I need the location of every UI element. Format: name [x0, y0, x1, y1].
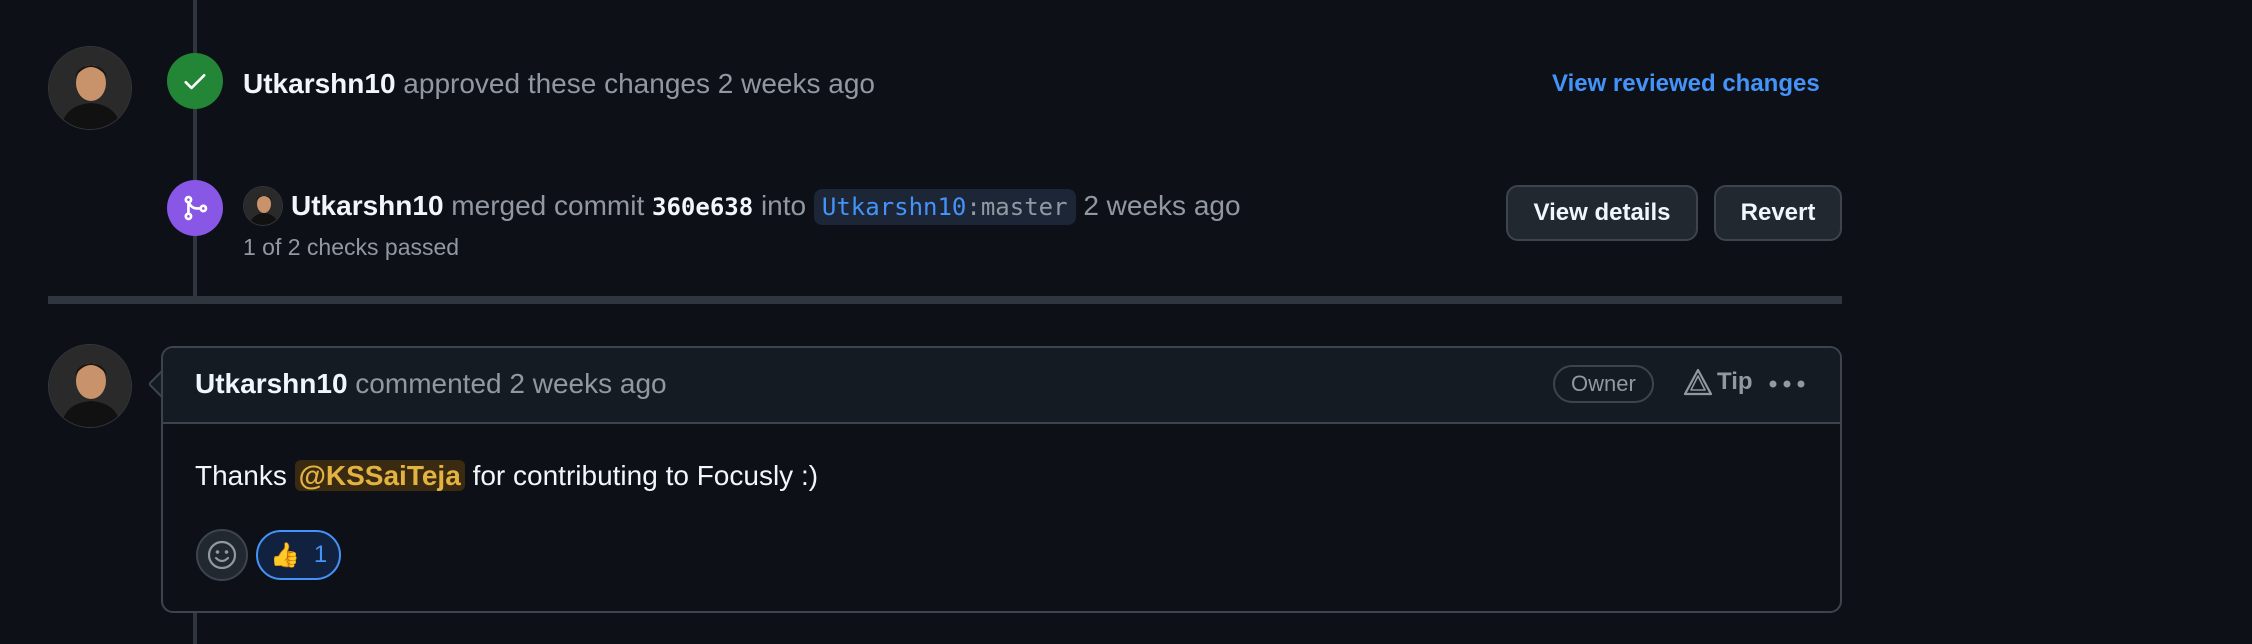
owner-label: Owner	[1553, 365, 1654, 403]
merge-into: into	[760, 190, 807, 221]
tip-button[interactable]: Tip	[1683, 368, 1753, 396]
alert-icon	[1683, 368, 1713, 396]
small-avatar[interactable]	[243, 186, 283, 226]
review-time[interactable]: 2 weeks ago	[718, 68, 875, 99]
checks-status[interactable]: 1 of 2 checks passed	[243, 234, 459, 261]
check-icon	[184, 74, 206, 90]
branch-name: master	[980, 193, 1068, 221]
tip-label: Tip	[1717, 368, 1753, 395]
view-details-button[interactable]: View details	[1506, 185, 1698, 241]
merge-author-link[interactable]: Utkarshn10	[291, 190, 444, 221]
branch-separator: :	[966, 193, 981, 221]
review-event-text: Utkarshn10 approved these changes 2 week…	[243, 66, 875, 102]
comment-body-suffix: for contributing to Focusly :)	[472, 460, 819, 491]
timeline-line	[193, 0, 197, 296]
review-action: approved these changes	[403, 68, 710, 99]
merge-event-text: Utkarshn10 merged commit 360e638 into Ut…	[291, 188, 1241, 225]
smiley-icon	[207, 540, 237, 570]
merge-action: merged commit	[451, 190, 645, 221]
revert-button[interactable]: Revert	[1714, 185, 1842, 241]
comment-time[interactable]: 2 weeks ago	[509, 368, 666, 399]
comment-meta: Utkarshn10 commented 2 weeks ago	[195, 366, 667, 402]
commit-sha-link[interactable]: 360e638	[652, 193, 753, 221]
comment-avatar[interactable]	[48, 344, 132, 428]
reaction-count: 1	[313, 541, 328, 568]
merged-badge	[167, 180, 223, 236]
review-author-link[interactable]: Utkarshn10	[243, 68, 396, 99]
avatar[interactable]	[48, 46, 132, 130]
merge-time[interactable]: 2 weeks ago	[1083, 190, 1240, 221]
branch-label[interactable]: Utkarshn10:master	[813, 189, 1076, 225]
approved-badge	[167, 53, 223, 109]
comment-box: Utkarshn10 commented 2 weeks ago Owner T…	[161, 346, 1842, 613]
comment-body: Thanks @KSSaiTeja for contributing to Fo…	[195, 458, 818, 494]
timeline-line-bottom	[193, 613, 197, 644]
user-mention-link[interactable]: @KSSaiTeja	[294, 460, 465, 491]
thumbs-up-reaction-button[interactable]: 👍 1	[256, 530, 342, 580]
git-merge-icon	[184, 195, 208, 221]
comment-author-link[interactable]: Utkarshn10	[195, 368, 348, 399]
comment-header: Utkarshn10 commented 2 weeks ago Owner T…	[163, 348, 1840, 424]
view-reviewed-changes-link[interactable]: View reviewed changes	[1552, 70, 1820, 98]
comment-body-prefix: Thanks	[195, 460, 287, 491]
branch-user: Utkarshn10	[821, 193, 967, 221]
kebab-horizontal-icon	[1769, 380, 1805, 388]
timeline-divider	[48, 296, 1842, 304]
thumbs-up-icon: 👍	[270, 541, 300, 569]
kebab-menu-button[interactable]	[1765, 370, 1809, 398]
comment-action: commented	[355, 368, 502, 399]
add-reaction-button[interactable]	[196, 529, 248, 581]
